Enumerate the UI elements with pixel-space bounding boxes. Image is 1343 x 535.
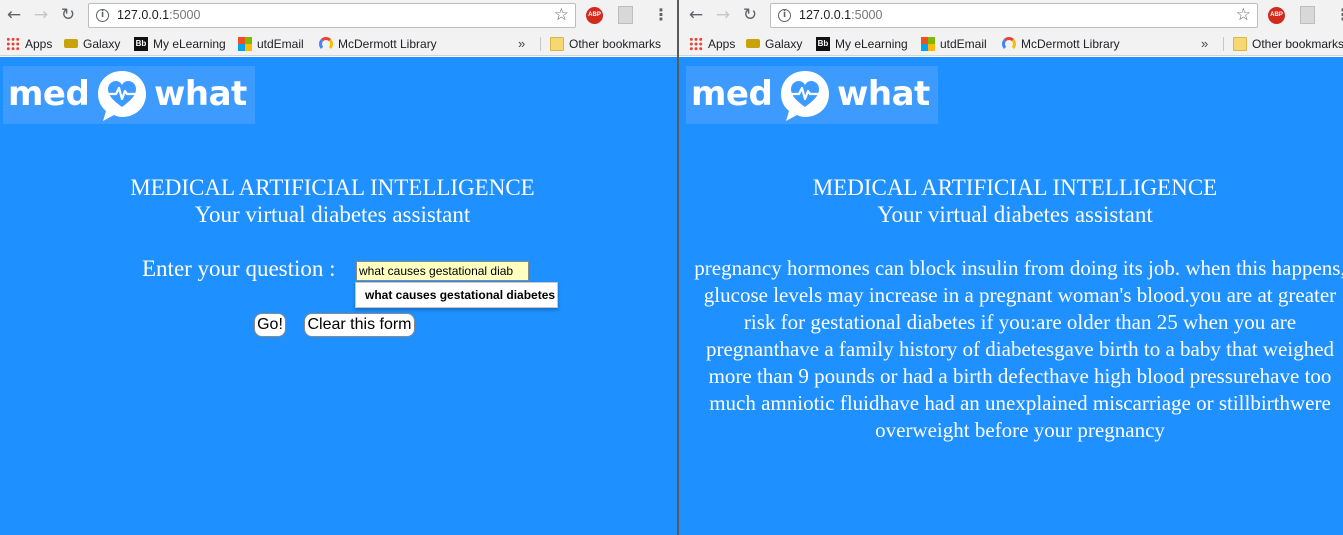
clear-form-button[interactable]: Clear this form — [304, 313, 415, 337]
logo-text-what: what — [837, 74, 930, 114]
more-bookmarks-chevron-icon[interactable]: » — [518, 36, 525, 52]
autocomplete-suggestion[interactable]: what causes gestational diabetes — [365, 288, 555, 302]
utd-galaxy-icon — [64, 39, 78, 48]
bookmark-label: Galaxy — [83, 37, 121, 51]
pdf-extension-icon[interactable] — [618, 6, 633, 24]
bookmark-label: Other bookmarks — [1252, 37, 1343, 51]
browser-window-left: ← → ↻ i 127.0.0.1:5000 ☆ ABP ⋮ Apps Gala… — [0, 0, 677, 535]
microsoft-icon — [238, 37, 252, 51]
bookmark-galaxy[interactable]: Galaxy — [746, 36, 802, 52]
utd-galaxy-icon — [746, 39, 760, 48]
page-title: MEDICAL ARTIFICIAL INTELLIGENCE — [812, 175, 1218, 200]
bookmark-apps[interactable]: Apps — [689, 36, 735, 52]
browser-menu-icon[interactable]: ⋮ — [653, 5, 669, 25]
logo-text-med: med — [691, 74, 773, 114]
pdf-extension-icon[interactable] — [1300, 6, 1315, 24]
bookmarks-separator — [1223, 37, 1224, 51]
microsoft-icon — [921, 37, 935, 51]
bookmark-star-icon[interactable]: ☆ — [554, 5, 569, 25]
browser-window-right: ← → ↻ i 127.0.0.1:5000 ☆ ABP ⋮ Apps Gala… — [679, 0, 1343, 535]
url-port: :5000 — [169, 8, 201, 22]
apps-grid-icon — [6, 37, 20, 51]
bookmark-other[interactable]: Other bookmarks — [550, 36, 661, 52]
folder-icon — [1233, 37, 1247, 51]
url-text[interactable]: 127.0.0.1:5000 — [799, 8, 882, 22]
page-subtitle: Your virtual diabetes assistant — [194, 202, 471, 227]
go-button[interactable]: Go! — [254, 313, 286, 337]
apps-grid-icon — [689, 37, 703, 51]
library-icon — [1002, 37, 1016, 51]
more-bookmarks-chevron-icon[interactable]: » — [1201, 36, 1208, 52]
medwhat-logo[interactable]: med what — [3, 66, 255, 124]
blackboard-icon: Bb — [134, 37, 148, 51]
blackboard-icon: Bb — [816, 37, 830, 51]
medwhat-page: med what MEDICAL ARTIFICIAL INTELLIGENCE… — [0, 57, 677, 535]
bookmark-library[interactable]: McDermott Library — [319, 36, 437, 52]
bookmark-label: McDermott Library — [338, 37, 437, 51]
bookmarks-bar: Apps Galaxy Bb My eLearning utdEmail McDe… — [679, 32, 1343, 56]
logo-text-what: what — [154, 74, 247, 114]
reload-icon[interactable]: ↻ — [58, 5, 78, 25]
library-icon — [319, 37, 333, 51]
bookmark-galaxy[interactable]: Galaxy — [64, 36, 120, 52]
bookmark-label: utdEmail — [940, 37, 987, 51]
bookmark-utdemail[interactable]: utdEmail — [921, 36, 987, 52]
logo-text-med: med — [8, 74, 90, 114]
bookmark-elearning[interactable]: Bb My eLearning — [134, 36, 226, 52]
bookmarks-bar: Apps Galaxy Bb My eLearning utdEmail McDe… — [0, 32, 677, 56]
adblock-plus-icon[interactable]: ABP — [586, 7, 603, 24]
browser-toolbar: ← → ↻ i 127.0.0.1:5000 ☆ ABP ⋮ — [679, 0, 1343, 32]
bookmark-star-icon[interactable]: ☆ — [1236, 5, 1251, 25]
browser-menu-icon[interactable]: ⋮ — [1335, 5, 1343, 25]
url-host: 127.0.0.1 — [117, 8, 170, 22]
back-icon[interactable]: ← — [4, 5, 24, 25]
back-icon[interactable]: ← — [686, 5, 706, 25]
bookmark-label: Apps — [708, 37, 736, 51]
address-bar[interactable]: i 127.0.0.1:5000 ☆ — [88, 3, 576, 28]
medwhat-logo[interactable]: med what — [686, 66, 938, 124]
forward-icon[interactable]: → — [713, 5, 733, 25]
bookmark-label: Apps — [25, 37, 53, 51]
forward-icon[interactable]: → — [31, 5, 51, 25]
browser-toolbar: ← → ↻ i 127.0.0.1:5000 ☆ ABP ⋮ — [0, 0, 677, 32]
bookmark-label: McDermott Library — [1021, 37, 1120, 51]
bookmark-label: My eLearning — [835, 37, 908, 51]
bookmarks-separator — [540, 37, 541, 51]
question-label: Enter your question : — [142, 256, 336, 281]
medwhat-page: med what MEDICAL ARTIFICIAL INTELLIGENCE… — [679, 57, 1343, 535]
question-input[interactable]: what causes gestational diab — [356, 261, 529, 281]
bookmark-apps[interactable]: Apps — [6, 36, 52, 52]
bookmark-label: Other bookmarks — [569, 37, 662, 51]
bookmark-other[interactable]: Other bookmarks — [1233, 36, 1343, 52]
heart-chat-icon — [781, 71, 829, 121]
bookmark-library[interactable]: McDermott Library — [1002, 36, 1120, 52]
bookmark-label: Galaxy — [765, 37, 803, 51]
url-text[interactable]: 127.0.0.1:5000 — [117, 8, 200, 22]
url-port: :5000 — [851, 8, 883, 22]
answer-text: pregnancy hormones can block insulin fro… — [694, 256, 1343, 442]
bookmark-label: My eLearning — [153, 37, 226, 51]
folder-icon — [550, 37, 564, 51]
adblock-plus-icon[interactable]: ABP — [1268, 7, 1285, 24]
autocomplete-dropdown: what causes gestational diabetes — [355, 282, 558, 308]
page-title: MEDICAL ARTIFICIAL INTELLIGENCE — [130, 175, 535, 200]
reload-icon[interactable]: ↻ — [740, 5, 760, 25]
bookmark-utdemail[interactable]: utdEmail — [238, 36, 304, 52]
url-host: 127.0.0.1 — [799, 8, 852, 22]
page-subtitle: Your virtual diabetes assistant — [877, 202, 1153, 227]
bookmark-elearning[interactable]: Bb My eLearning — [816, 36, 908, 52]
address-bar[interactable]: i 127.0.0.1:5000 ☆ — [770, 3, 1258, 28]
info-icon[interactable]: i — [96, 9, 109, 22]
info-icon[interactable]: i — [778, 9, 791, 22]
heart-chat-icon — [98, 71, 146, 121]
bookmark-label: utdEmail — [257, 37, 304, 51]
